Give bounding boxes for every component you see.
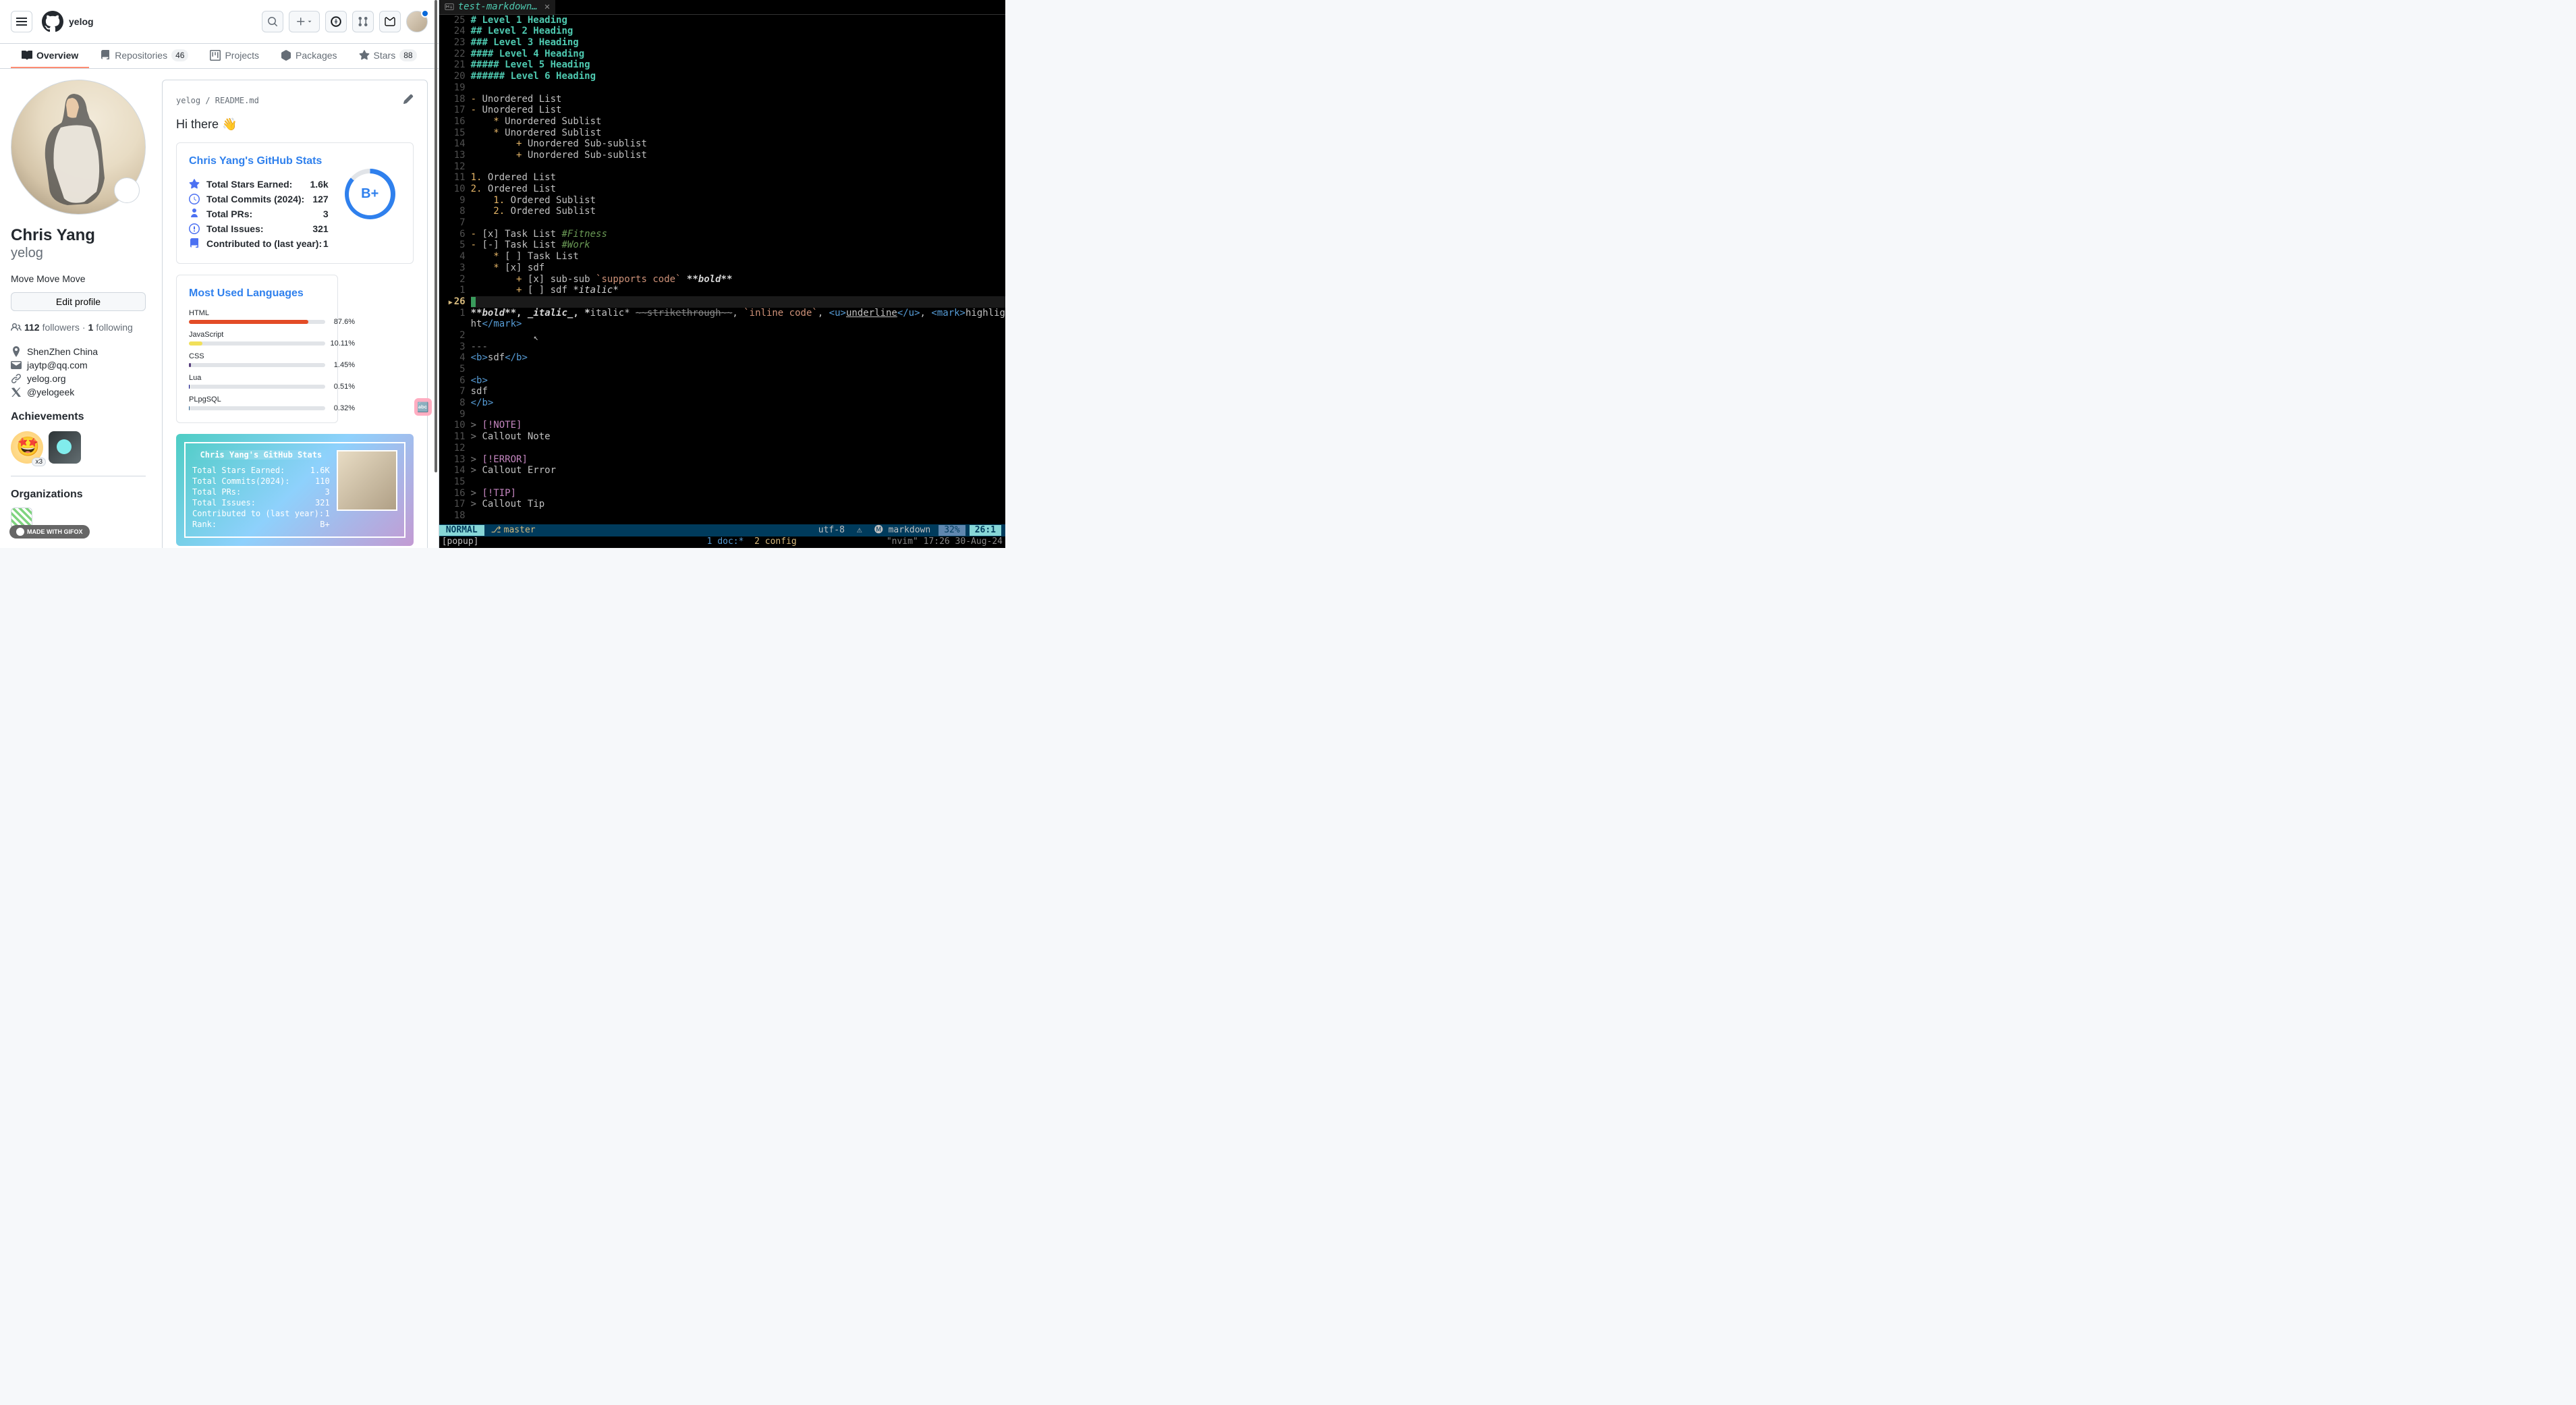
scroll-percent: 32% <box>939 525 965 536</box>
organizations-heading: Organizations <box>11 489 146 501</box>
vim-mode: NORMAL <box>439 525 484 536</box>
retro-stat-row: Contributed to (last year):1 <box>192 508 330 519</box>
cursor-position: 26:1 <box>970 525 1001 536</box>
github-header: yelog <box>0 0 439 44</box>
code-area[interactable]: # Level 1 Heading## Level 2 Heading### L… <box>471 15 1005 522</box>
language-row: JavaScript10.11% <box>189 331 325 346</box>
notifications-button[interactable] <box>379 11 401 32</box>
achievement-badges: x3 <box>11 431 146 464</box>
stat-row: Total Commits (2024):127 <box>189 192 329 206</box>
followers-row[interactable]: 112 followers · 1 following <box>11 322 146 333</box>
filetype: 🅜 markdown <box>870 525 934 536</box>
stat-row: Total PRs:3 <box>189 206 329 221</box>
language-row: CSS1.45% <box>189 352 325 367</box>
language-row: HTML87.6% <box>189 309 325 324</box>
retro-stat-row: Total Commits(2024):110 <box>192 476 330 487</box>
retro-stat-row: Total Stars Earned:1.6K <box>192 465 330 476</box>
search-button[interactable] <box>262 11 283 32</box>
grade-ring: B+ <box>345 169 395 219</box>
retro-stats-card: Chris Yang's GitHub Stats Total Stars Ea… <box>176 434 414 546</box>
hamburger-menu-button[interactable] <box>11 11 32 32</box>
github-logo-icon[interactable] <box>42 11 63 32</box>
profile-bio: Move Move Move <box>11 273 146 284</box>
immersive-translate-badge[interactable]: 🔤 <box>414 398 432 416</box>
editor-tab-active[interactable]: test-markdown… ✕ <box>439 0 555 14</box>
readme-card: yelog / README.md Hi there 👋 Chris Yang'… <box>162 80 428 548</box>
retro-stat-row: Total Issues:321 <box>192 497 330 508</box>
retro-stat-row: Total PRs:3 <box>192 487 330 497</box>
diagnostics-icon: ⚠ <box>853 525 866 536</box>
profile-details: ShenZhen China jaytp@qq.com yelog.org @y… <box>11 345 146 399</box>
stat-row: Total Issues:321 <box>189 221 329 236</box>
readme-path: yelog / README.md <box>176 96 259 105</box>
twitter-row[interactable]: @yelogeek <box>11 385 146 399</box>
git-branch: ⎇ master <box>484 525 542 536</box>
gifox-watermark: MADE WITH GIFOX <box>9 525 90 539</box>
tab-overview[interactable]: Overview <box>11 44 89 68</box>
user-avatar[interactable] <box>406 11 428 32</box>
header-username[interactable]: yelog <box>69 16 94 27</box>
editor-pane: test-markdown… ✕ 25242322212019181716151… <box>439 0 1005 548</box>
status-bar: NORMAL ⎇ master utf-8 ⚠ 🅜 markdown 32% 2… <box>439 524 1005 536</box>
profile-display-name: Chris Yang <box>11 225 146 246</box>
profile-username: yelog <box>11 246 146 261</box>
achievements-heading: Achievements <box>11 411 146 423</box>
achievement-arctic[interactable] <box>49 431 81 464</box>
language-row: PLpgSQL0.32% <box>189 395 325 410</box>
achievement-starstruck[interactable]: x3 <box>11 431 43 464</box>
pull-requests-button[interactable] <box>352 11 374 32</box>
encoding: utf-8 <box>814 525 849 536</box>
markdown-icon <box>445 2 454 11</box>
stats-title: Chris Yang's GitHub Stats <box>189 155 329 167</box>
tab-stars[interactable]: Stars 88 <box>348 44 428 68</box>
profile-sidebar: Chris Yang yelog Move Move Move Edit pro… <box>11 80 146 548</box>
edit-profile-button[interactable]: Edit profile <box>11 292 146 311</box>
code-body[interactable]: 2524232221201918171615141312111098765432… <box>439 15 1005 522</box>
close-tab-icon[interactable]: ✕ <box>544 1 550 13</box>
line-gutter: 2524232221201918171615141312111098765432… <box>439 15 471 522</box>
languages-title: Most Used Languages <box>189 287 325 300</box>
edit-readme-icon[interactable] <box>403 94 414 107</box>
tab-repositories[interactable]: Repositories 46 <box>89 44 199 68</box>
browser-pane: yelog Overview <box>0 0 439 548</box>
website-row[interactable]: yelog.org <box>11 372 146 385</box>
email-row[interactable]: jaytp@qq.com <box>11 358 146 372</box>
readme-greeting: Hi there 👋 <box>176 117 414 132</box>
languages-card: Most Used Languages HTML87.6% JavaScript1… <box>176 275 338 423</box>
profile-nav-tabs: Overview Repositories 46 Projects Packag… <box>0 44 439 69</box>
language-row: Lua0.51% <box>189 374 325 389</box>
github-stats-card: Chris Yang's GitHub Stats Total Stars Ea… <box>176 142 414 264</box>
tab-projects[interactable]: Projects <box>199 44 270 68</box>
scrollbar[interactable] <box>435 0 437 472</box>
retro-avatar <box>337 450 397 511</box>
tab-packages[interactable]: Packages <box>270 44 347 68</box>
stat-row: Total Stars Earned:1.6k <box>189 177 329 192</box>
retro-stat-row: Rank:B+ <box>192 519 330 530</box>
location-row: ShenZhen China <box>11 345 146 358</box>
profile-avatar[interactable] <box>11 80 146 215</box>
create-new-button[interactable] <box>289 11 320 32</box>
command-line[interactable]: [popup] 1 doc:* 2 config "nvim" 17:26 30… <box>439 536 1005 548</box>
stat-row: Contributed to (last year):1 <box>189 236 329 251</box>
main-content: yelog / README.md Hi there 👋 Chris Yang'… <box>162 80 428 548</box>
editor-tab-bar: test-markdown… ✕ <box>439 0 1005 15</box>
issues-button[interactable] <box>325 11 347 32</box>
